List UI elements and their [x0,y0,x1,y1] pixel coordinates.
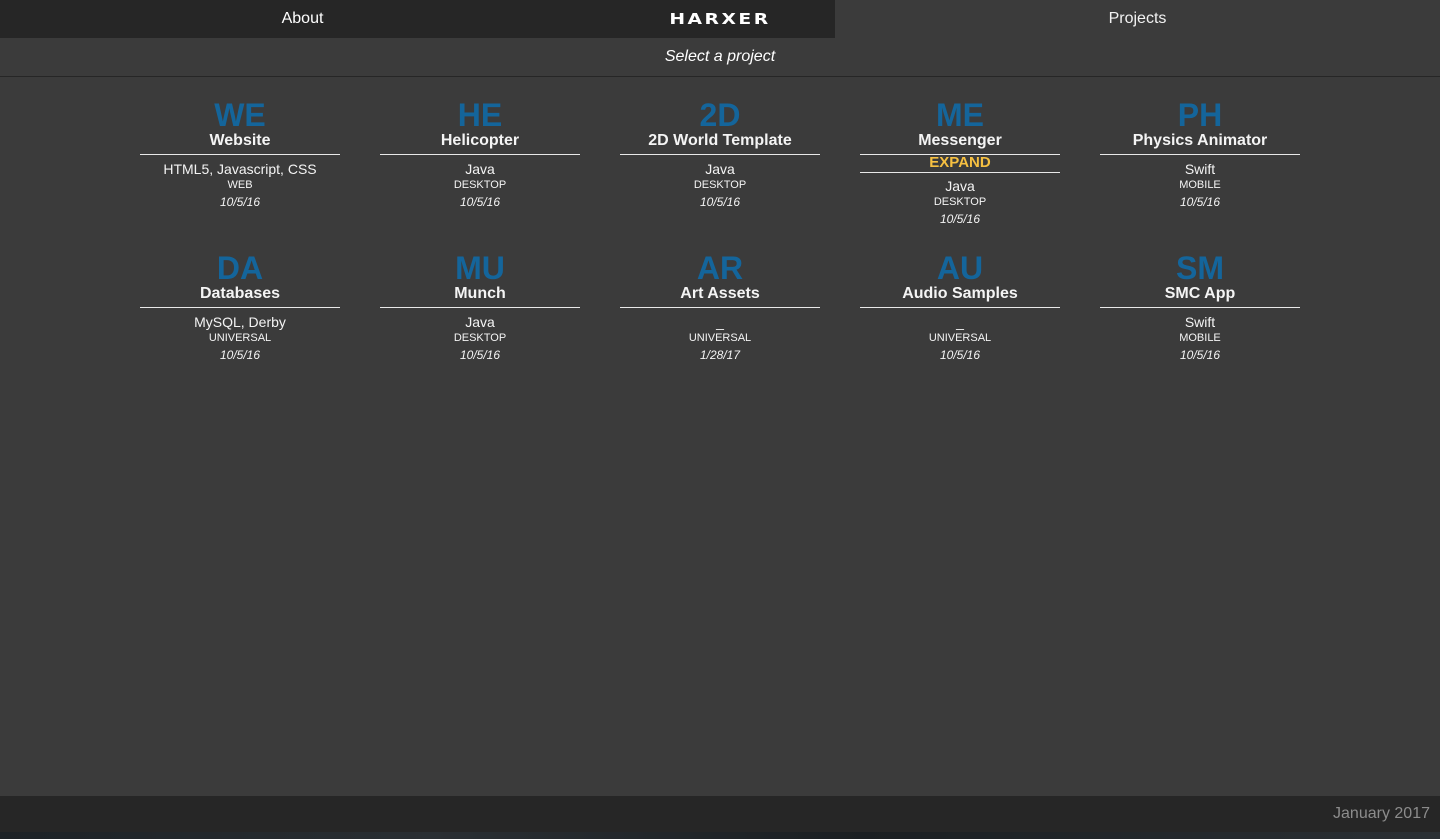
project-date: 10/5/16 [939,212,981,226]
project-card-audio-samples[interactable]: AU Audio Samples _ UNIVERSAL 10/5/16 [860,249,1060,364]
project-platform: DESKTOP [693,179,747,191]
project-card-smc-app[interactable]: SM SMC App Swift MOBILE 10/5/16 [1100,249,1300,364]
project-tech: _ [716,314,724,330]
project-name: Art Assets [620,283,820,308]
project-abbr: SM [1176,250,1224,286]
project-name: Databases [140,283,340,308]
footer: January 2017 [0,796,1440,832]
project-name: SMC App [1100,283,1300,308]
project-date: 10/5/16 [1179,195,1221,209]
project-card-helicopter[interactable]: HE Helicopter Java DESKTOP 10/5/16 [380,96,580,211]
project-card-art-assets[interactable]: AR Art Assets _ UNIVERSAL 1/28/17 [620,249,820,364]
project-abbr: DA [216,250,264,286]
project-date: 10/5/16 [219,195,261,209]
project-platform: WEB [227,179,253,191]
project-platform: DESKTOP [453,179,507,191]
project-platform: UNIVERSAL [688,332,752,344]
project-card-databases[interactable]: DA Databases MySQL, Derby UNIVERSAL 10/5… [140,249,340,364]
project-tech: HTML5, Javascript, CSS [163,161,317,177]
project-tech: _ [956,314,964,330]
page-subtitle: Select a project [0,38,1440,77]
project-platform: MOBILE [1179,332,1221,344]
background-image-strip [0,832,1440,839]
project-abbr: AU [936,250,984,286]
project-tech: Swift [1184,314,1216,330]
project-name: 2D World Template [620,130,820,155]
project-card-messenger[interactable]: ME Messenger EXPAND Java DESKTOP 10/5/16 [860,96,1060,228]
project-name: Physics Animator [1100,130,1300,155]
project-abbr: AR [696,250,744,286]
project-date: 10/5/16 [459,195,501,209]
project-name: Messenger [860,130,1060,155]
project-name: Helicopter [380,130,580,155]
tab-projects[interactable]: Projects [835,0,1440,38]
project-date: 10/5/16 [219,348,261,362]
project-card-physics-animator[interactable]: PH Physics Animator Swift MOBILE 10/5/16 [1100,96,1300,211]
project-abbr: ME [936,97,984,133]
project-platform: UNIVERSAL [208,332,272,344]
project-date: 10/5/16 [1179,348,1221,362]
project-date: 10/5/16 [939,348,981,362]
site-logo[interactable]: HARXER [576,0,864,38]
project-tech: Java [465,314,495,330]
project-card-munch[interactable]: MU Munch Java DESKTOP 10/5/16 [380,249,580,364]
project-card-website[interactable]: WE Website HTML5, Javascript, CSS WEB 10… [140,96,340,211]
expand-button[interactable]: EXPAND [860,155,1060,173]
project-tech: MySQL, Derby [194,314,286,330]
project-platform: MOBILE [1179,179,1221,191]
project-abbr: PH [1177,97,1223,133]
project-abbr: WE [214,97,266,133]
project-platform: DESKTOP [933,196,987,208]
project-tech: Java [945,178,975,194]
project-date: 10/5/16 [699,195,741,209]
project-tech: Swift [1184,161,1216,177]
project-abbr: 2D [699,97,741,133]
project-name: Munch [380,283,580,308]
project-abbr: MU [455,250,505,286]
project-tech: Java [465,161,495,177]
project-date: 10/5/16 [459,348,501,362]
project-date: 1/28/17 [699,348,741,362]
project-tech: Java [705,161,735,177]
project-platform: DESKTOP [453,332,507,344]
project-platform: UNIVERSAL [928,332,992,344]
tab-about[interactable]: About [0,0,605,38]
project-card-2d-world-template[interactable]: 2D 2D World Template Java DESKTOP 10/5/1… [620,96,820,211]
top-nav-bar: About HARXER Projects [0,0,1440,38]
project-name: Audio Samples [860,283,1060,308]
footer-date: January 2017 [1333,805,1430,822]
project-name: Website [140,130,340,155]
project-abbr: HE [457,97,503,133]
